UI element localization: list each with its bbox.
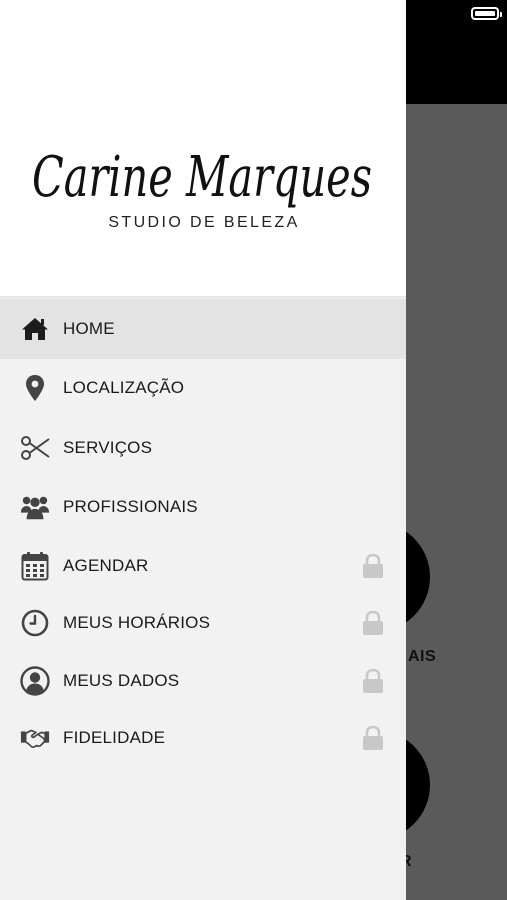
menu-item-localizacao[interactable]: LOCALIZAÇÃO (0, 359, 406, 419)
menu-item-label: FIDELIDADE (63, 728, 166, 748)
lock-icon (362, 553, 384, 579)
menu-item-label: PROFISSIONAIS (63, 497, 198, 517)
drawer-header: Carine Marques STUDIO DE BELEZA (0, 0, 406, 296)
group-icon (20, 492, 50, 522)
home-icon (20, 314, 50, 344)
menu-item-label: SERVIÇOS (63, 437, 153, 457)
menu-item-fidelidade[interactable]: FIDELIDADE (0, 710, 406, 768)
calendar-icon (20, 551, 50, 581)
menu-item-home[interactable]: HOME (0, 299, 406, 359)
lock-icon (362, 668, 384, 694)
location-pin-icon (20, 373, 50, 403)
scissors-icon (20, 433, 50, 463)
lock-icon (362, 725, 384, 751)
menu-item-servicos[interactable]: SERVIÇOS (0, 418, 406, 478)
menu-item-label: MEUS DADOS (63, 670, 180, 690)
drawer-menu: HOME LOCALIZAÇÃO SERVIÇOS PROFISSIONAIS … (0, 299, 406, 767)
menu-item-meus-dados[interactable]: MEUS DADOS (0, 652, 406, 710)
menu-item-profissionais[interactable]: PROFISSIONAIS (0, 478, 406, 538)
menu-item-label: LOCALIZAÇÃO (63, 378, 185, 398)
background-category-label: AIS (408, 648, 437, 665)
handshake-icon (20, 723, 50, 753)
logo-subtitle: STUDIO DE BELEZA (108, 214, 300, 231)
user-circle-icon (20, 666, 50, 696)
menu-item-label: AGENDAR (63, 555, 149, 575)
brand-logo: Carine Marques STUDIO DE BELEZA (28, 108, 380, 238)
menu-item-meus-horarios[interactable]: MEUS HORÁRIOS (0, 595, 406, 653)
clock-icon (20, 608, 50, 638)
lock-icon (362, 610, 384, 636)
battery-icon (471, 7, 502, 20)
svg-text:Carine Marques: Carine Marques (32, 145, 372, 210)
menu-item-agendar[interactable]: AGENDAR (0, 537, 406, 595)
navigation-drawer: Carine Marques STUDIO DE BELEZA HOME LOC… (0, 0, 406, 900)
logo-script: Carine Marques (32, 145, 372, 210)
menu-item-label: MEUS HORÁRIOS (63, 613, 211, 633)
menu-item-label: HOME (63, 318, 115, 338)
